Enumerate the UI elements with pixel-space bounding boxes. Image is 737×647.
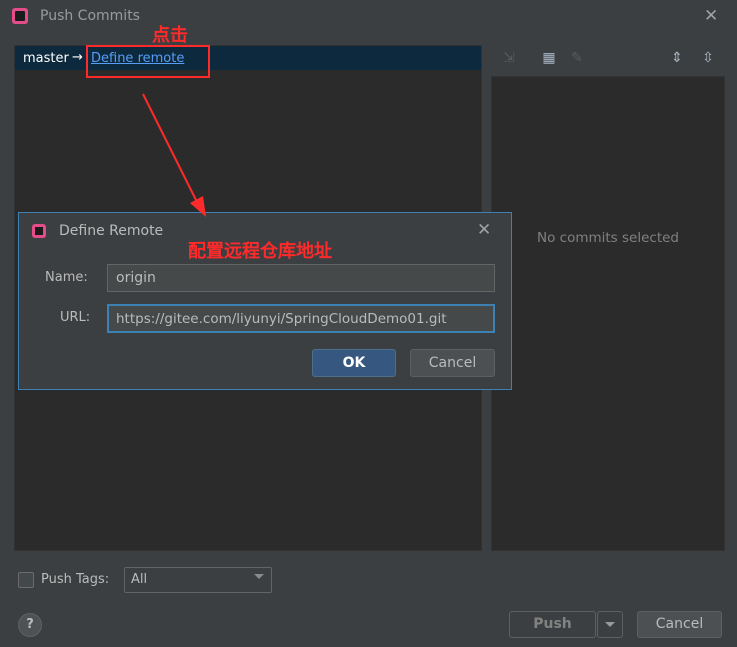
app-icon xyxy=(12,8,28,24)
dialog-title: Define Remote xyxy=(59,223,164,239)
fetch-icon[interactable]: ⇲ xyxy=(500,49,518,67)
collapse-all-icon[interactable]: ⇳ xyxy=(699,49,717,67)
push-tags-checkbox[interactable] xyxy=(18,572,34,588)
close-icon[interactable]: ✕ xyxy=(704,6,718,26)
help-icon[interactable]: ? xyxy=(18,613,42,637)
chevron-down-icon xyxy=(605,622,615,627)
url-label: URL: xyxy=(60,310,91,325)
annotation-click-text: 点击 xyxy=(152,25,188,46)
branch-row[interactable] xyxy=(15,46,481,70)
dialog-close-icon[interactable]: ✕ xyxy=(477,220,491,240)
annotation-highlight-box xyxy=(86,45,210,78)
cancel-button[interactable]: Cancel xyxy=(637,611,722,638)
annotation-config-text: 配置远程仓库地址 xyxy=(188,241,332,262)
arrow-icon: → xyxy=(72,50,83,65)
ok-button[interactable]: OK xyxy=(312,349,396,377)
dialog-app-icon xyxy=(32,224,46,238)
name-field[interactable]: origin xyxy=(107,264,495,292)
group-by-icon[interactable]: ▦ xyxy=(540,49,558,67)
branch-name: master xyxy=(23,51,69,66)
push-tags-label: Push Tags: xyxy=(41,572,110,587)
tags-select-value: All xyxy=(131,572,148,587)
commit-details-panel xyxy=(491,76,725,551)
edit-icon[interactable]: ✎ xyxy=(568,49,586,67)
window-title: Push Commits xyxy=(40,8,140,24)
expand-all-icon[interactable]: ⇕ xyxy=(668,49,686,67)
chevron-down-icon xyxy=(254,574,264,579)
no-commits-text: No commits selected xyxy=(537,230,679,246)
name-label: Name: xyxy=(45,270,88,285)
dialog-cancel-button[interactable]: Cancel xyxy=(410,349,495,377)
url-field[interactable]: https://gitee.com/liyunyi/SpringCloudDem… xyxy=(107,304,495,333)
push-button[interactable]: Push xyxy=(509,611,596,638)
